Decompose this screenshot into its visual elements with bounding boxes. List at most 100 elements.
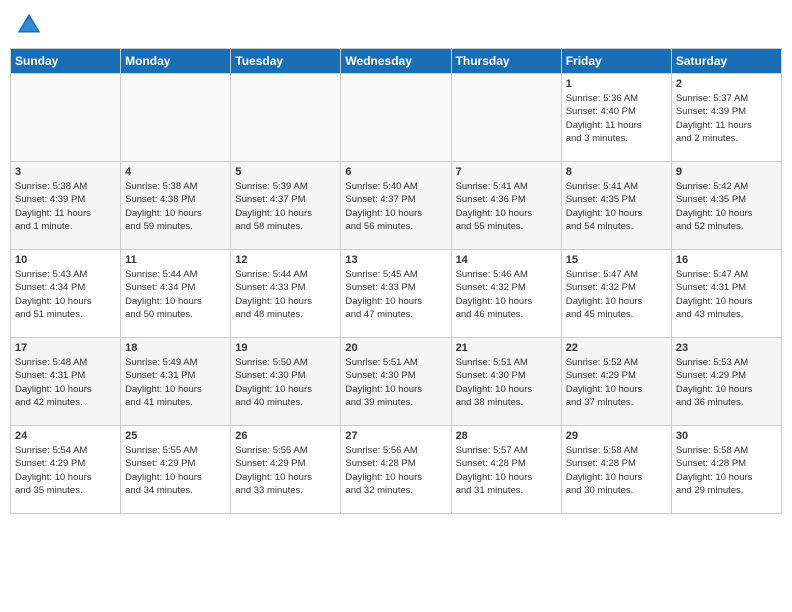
day-number: 1 bbox=[566, 78, 667, 90]
day-of-week-header: Monday bbox=[121, 49, 231, 74]
day-info: Sunrise: 5:47 AM Sunset: 4:32 PM Dayligh… bbox=[566, 268, 667, 321]
calendar-day-cell: 8Sunrise: 5:41 AM Sunset: 4:35 PM Daylig… bbox=[561, 162, 671, 250]
calendar-day-cell: 25 Sunrise: 5:55 AM Sunset: 4:29 PM Dayli… bbox=[121, 426, 231, 514]
calendar-day-cell: 21 Sunrise: 5:51 AM Sunset: 4:30 PM Dayli… bbox=[451, 338, 561, 426]
calendar-day-cell: 17 Sunrise: 5:48 AM Sunset: 4:31 PM Dayli… bbox=[11, 338, 121, 426]
day-info: Sunrise: 5:42 AM Sunset: 4:35 PM Dayligh… bbox=[676, 180, 777, 233]
calendar-day-cell: 10 Sunrise: 5:43 AM Sunset: 4:34 PM Dayli… bbox=[11, 250, 121, 338]
day-info: Sunrise: 5:47 AM Sunset: 4:31 PM Dayligh… bbox=[676, 268, 777, 321]
day-number: 19 bbox=[235, 342, 336, 354]
header-row: SundayMondayTuesdayWednesdayThursdayFrid… bbox=[11, 49, 782, 74]
calendar-day-cell: 26 Sunrise: 5:55 AM Sunset: 4:29 PM Dayli… bbox=[231, 426, 341, 514]
calendar-day-cell: 23 Sunrise: 5:53 AM Sunset: 4:29 PM Dayli… bbox=[671, 338, 781, 426]
calendar-day-cell: 15 Sunrise: 5:47 AM Sunset: 4:32 PM Dayli… bbox=[561, 250, 671, 338]
day-info: Sunrise: 5:50 AM Sunset: 4:30 PM Dayligh… bbox=[235, 356, 336, 409]
day-info: Sunrise: 5:45 AM Sunset: 4:33 PM Dayligh… bbox=[345, 268, 446, 321]
day-info: Sunrise: 5:49 AM Sunset: 4:31 PM Dayligh… bbox=[125, 356, 226, 409]
day-of-week-header: Saturday bbox=[671, 49, 781, 74]
calendar-day-cell: 18 Sunrise: 5:49 AM Sunset: 4:31 PM Dayli… bbox=[121, 338, 231, 426]
day-info: Sunrise: 5:46 AM Sunset: 4:32 PM Dayligh… bbox=[456, 268, 557, 321]
calendar-day-cell: 5 Sunrise: 5:39 AM Sunset: 4:37 PM Daylig… bbox=[231, 162, 341, 250]
calendar-day-cell: 14 Sunrise: 5:46 AM Sunset: 4:32 PM Dayli… bbox=[451, 250, 561, 338]
day-of-week-header: Wednesday bbox=[341, 49, 451, 74]
day-info: Sunrise: 5:58 AM Sunset: 4:28 PM Dayligh… bbox=[566, 444, 667, 497]
day-number: 20 bbox=[345, 342, 446, 354]
calendar-day-cell: 28Sunrise: 5:57 AM Sunset: 4:28 PM Dayli… bbox=[451, 426, 561, 514]
day-number: 12 bbox=[235, 254, 336, 266]
day-number: 14 bbox=[456, 254, 557, 266]
day-of-week-header: Sunday bbox=[11, 49, 121, 74]
calendar-day-cell: 22 Sunrise: 5:52 AM Sunset: 4:29 PM Dayli… bbox=[561, 338, 671, 426]
day-number: 21 bbox=[456, 342, 557, 354]
calendar-day-cell: 9Sunrise: 5:42 AM Sunset: 4:35 PM Daylig… bbox=[671, 162, 781, 250]
day-info: Sunrise: 5:57 AM Sunset: 4:28 PM Dayligh… bbox=[456, 444, 557, 497]
calendar-day-cell: 2 Sunrise: 5:37 AM Sunset: 4:39 PM Daylig… bbox=[671, 74, 781, 162]
day-info: Sunrise: 5:40 AM Sunset: 4:37 PM Dayligh… bbox=[345, 180, 446, 233]
day-number: 4 bbox=[125, 166, 226, 178]
day-number: 5 bbox=[235, 166, 336, 178]
calendar-day-cell: 12 Sunrise: 5:44 AM Sunset: 4:33 PM Dayli… bbox=[231, 250, 341, 338]
day-number: 25 bbox=[125, 430, 226, 442]
calendar-day-cell: 3Sunrise: 5:38 AM Sunset: 4:39 PM Daylig… bbox=[11, 162, 121, 250]
calendar-day-cell: 11 Sunrise: 5:44 AM Sunset: 4:34 PM Dayli… bbox=[121, 250, 231, 338]
day-number: 7 bbox=[456, 166, 557, 178]
logo bbox=[14, 10, 48, 40]
day-info: Sunrise: 5:36 AM Sunset: 4:40 PM Dayligh… bbox=[566, 92, 667, 145]
day-info: Sunrise: 5:55 AM Sunset: 4:29 PM Dayligh… bbox=[125, 444, 226, 497]
calendar-header: SundayMondayTuesdayWednesdayThursdayFrid… bbox=[11, 49, 782, 74]
calendar-day-cell: 24 Sunrise: 5:54 AM Sunset: 4:29 PM Dayli… bbox=[11, 426, 121, 514]
day-number: 10 bbox=[15, 254, 116, 266]
calendar-day-cell: 6 Sunrise: 5:40 AM Sunset: 4:37 PM Daylig… bbox=[341, 162, 451, 250]
day-number: 16 bbox=[676, 254, 777, 266]
calendar-table: SundayMondayTuesdayWednesdayThursdayFrid… bbox=[10, 48, 782, 514]
day-number: 22 bbox=[566, 342, 667, 354]
calendar-week-row: 17 Sunrise: 5:48 AM Sunset: 4:31 PM Dayli… bbox=[11, 338, 782, 426]
day-info: Sunrise: 5:56 AM Sunset: 4:28 PM Dayligh… bbox=[345, 444, 446, 497]
calendar-day-cell: 30Sunrise: 5:58 AM Sunset: 4:28 PM Dayli… bbox=[671, 426, 781, 514]
day-number: 11 bbox=[125, 254, 226, 266]
day-info: Sunrise: 5:44 AM Sunset: 4:34 PM Dayligh… bbox=[125, 268, 226, 321]
day-info: Sunrise: 5:55 AM Sunset: 4:29 PM Dayligh… bbox=[235, 444, 336, 497]
day-number: 17 bbox=[15, 342, 116, 354]
day-number: 2 bbox=[676, 78, 777, 90]
logo-icon bbox=[14, 10, 44, 40]
day-info: Sunrise: 5:51 AM Sunset: 4:30 PM Dayligh… bbox=[456, 356, 557, 409]
day-info: Sunrise: 5:39 AM Sunset: 4:37 PM Dayligh… bbox=[235, 180, 336, 233]
day-info: Sunrise: 5:51 AM Sunset: 4:30 PM Dayligh… bbox=[345, 356, 446, 409]
calendar-day-cell bbox=[341, 74, 451, 162]
day-info: Sunrise: 5:38 AM Sunset: 4:38 PM Dayligh… bbox=[125, 180, 226, 233]
day-info: Sunrise: 5:48 AM Sunset: 4:31 PM Dayligh… bbox=[15, 356, 116, 409]
calendar-day-cell: 27 Sunrise: 5:56 AM Sunset: 4:28 PM Dayli… bbox=[341, 426, 451, 514]
day-number: 15 bbox=[566, 254, 667, 266]
day-info: Sunrise: 5:37 AM Sunset: 4:39 PM Dayligh… bbox=[676, 92, 777, 145]
day-of-week-header: Tuesday bbox=[231, 49, 341, 74]
day-info: Sunrise: 5:43 AM Sunset: 4:34 PM Dayligh… bbox=[15, 268, 116, 321]
calendar-day-cell: 4 Sunrise: 5:38 AM Sunset: 4:38 PM Daylig… bbox=[121, 162, 231, 250]
day-info: Sunrise: 5:41 AM Sunset: 4:36 PM Dayligh… bbox=[456, 180, 557, 233]
day-number: 23 bbox=[676, 342, 777, 354]
calendar-day-cell bbox=[121, 74, 231, 162]
day-number: 26 bbox=[235, 430, 336, 442]
day-info: Sunrise: 5:53 AM Sunset: 4:29 PM Dayligh… bbox=[676, 356, 777, 409]
day-number: 18 bbox=[125, 342, 226, 354]
day-info: Sunrise: 5:52 AM Sunset: 4:29 PM Dayligh… bbox=[566, 356, 667, 409]
calendar-day-cell: 19 Sunrise: 5:50 AM Sunset: 4:30 PM Dayli… bbox=[231, 338, 341, 426]
day-of-week-header: Thursday bbox=[451, 49, 561, 74]
calendar-day-cell: 1 Sunrise: 5:36 AM Sunset: 4:40 PM Daylig… bbox=[561, 74, 671, 162]
calendar-day-cell: 16 Sunrise: 5:47 AM Sunset: 4:31 PM Dayli… bbox=[671, 250, 781, 338]
day-info: Sunrise: 5:44 AM Sunset: 4:33 PM Dayligh… bbox=[235, 268, 336, 321]
day-of-week-header: Friday bbox=[561, 49, 671, 74]
day-info: Sunrise: 5:54 AM Sunset: 4:29 PM Dayligh… bbox=[15, 444, 116, 497]
calendar-day-cell bbox=[451, 74, 561, 162]
calendar-body: 1 Sunrise: 5:36 AM Sunset: 4:40 PM Daylig… bbox=[11, 74, 782, 514]
day-number: 13 bbox=[345, 254, 446, 266]
day-number: 24 bbox=[15, 430, 116, 442]
day-info: Sunrise: 5:58 AM Sunset: 4:28 PM Dayligh… bbox=[676, 444, 777, 497]
day-info: Sunrise: 5:38 AM Sunset: 4:39 PM Dayligh… bbox=[15, 180, 116, 233]
calendar-week-row: 10 Sunrise: 5:43 AM Sunset: 4:34 PM Dayli… bbox=[11, 250, 782, 338]
day-info: Sunrise: 5:41 AM Sunset: 4:35 PM Dayligh… bbox=[566, 180, 667, 233]
day-number: 27 bbox=[345, 430, 446, 442]
calendar-week-row: 24 Sunrise: 5:54 AM Sunset: 4:29 PM Dayli… bbox=[11, 426, 782, 514]
calendar-day-cell: 29Sunrise: 5:58 AM Sunset: 4:28 PM Dayli… bbox=[561, 426, 671, 514]
day-number: 6 bbox=[345, 166, 446, 178]
